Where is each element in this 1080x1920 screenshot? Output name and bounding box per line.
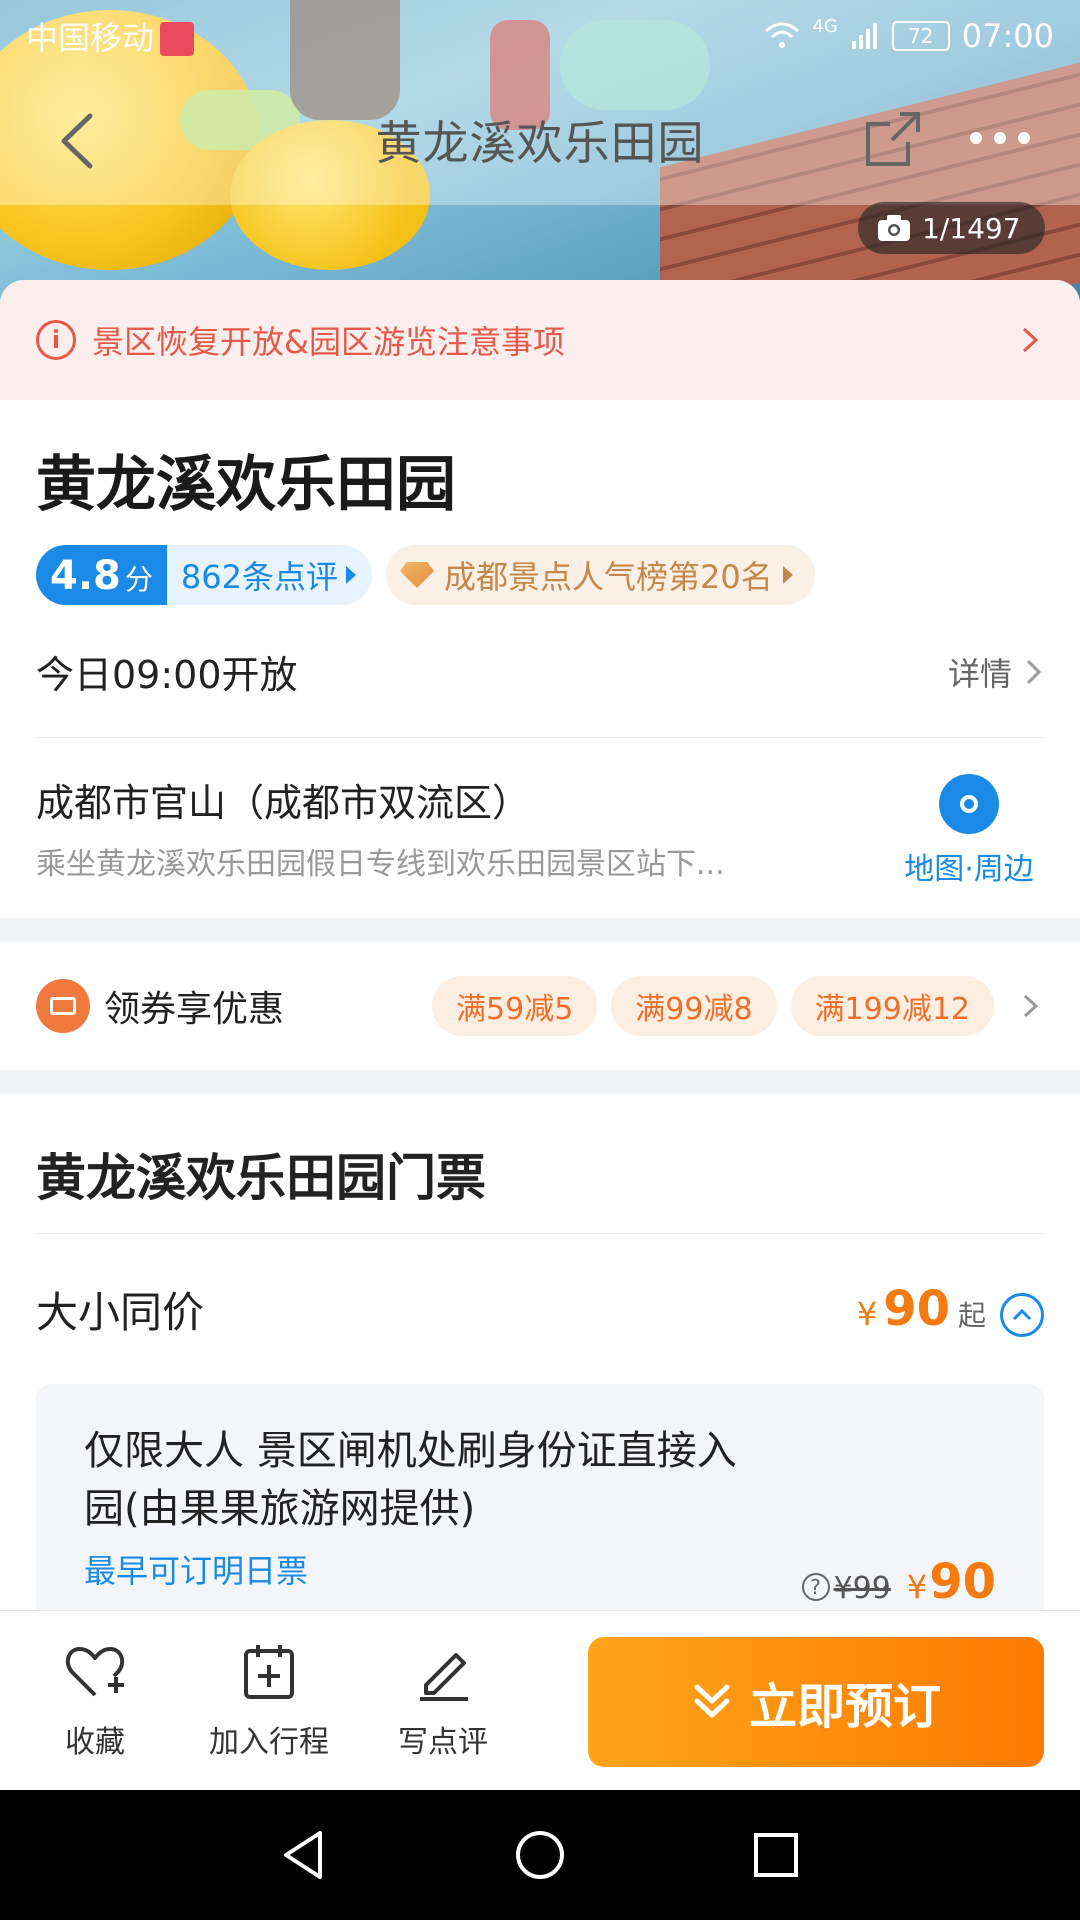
double-chevron-down-icon	[694, 1684, 730, 1718]
notice-banner[interactable]: i 景区恢复开放&园区游览注意事项	[0, 280, 1080, 400]
map-label: 地图·周边	[904, 852, 1034, 887]
write-review-label: 写点评	[398, 1724, 488, 1760]
rank-badge[interactable]: 成都景点人气榜第20名	[385, 545, 815, 605]
wifi-icon	[765, 22, 800, 48]
battery-level: 72	[908, 24, 934, 48]
book-now-button[interactable]: 立即预订	[588, 1637, 1044, 1767]
currency-symbol: ¥	[856, 1295, 878, 1333]
from-suffix: 起	[957, 1299, 986, 1332]
hours-detail-label: 详情	[947, 654, 1012, 693]
rating-unit: 分	[124, 563, 153, 596]
hours-detail-link[interactable]: 详情	[948, 649, 1044, 695]
rating-score: 4.8 分	[36, 545, 167, 605]
coupon-chips: 满59减5 满99减8 满199减12	[432, 976, 994, 1036]
add-itinerary-label: 加入行程	[209, 1724, 329, 1760]
bottom-action-bar: 收藏 加入行程 写点评 立即预订	[0, 1610, 1080, 1790]
clock: 07:00	[961, 17, 1054, 55]
add-itinerary-button[interactable]: 加入行程	[182, 1641, 356, 1761]
camera-icon	[878, 215, 910, 241]
pencil-icon	[420, 1652, 468, 1701]
ticket-section-title: 黄龙溪欢乐田园门票	[36, 1094, 1044, 1234]
from-price: ¥ 90 起	[857, 1281, 986, 1337]
battery-icon: 72	[891, 21, 950, 51]
caret-right-icon	[345, 566, 356, 584]
review-count-text: 862条点评	[180, 558, 338, 596]
rating-number: 4.8	[50, 553, 121, 599]
system-back-icon[interactable]	[276, 1827, 332, 1883]
carrier-name: 中国移动	[26, 19, 155, 57]
location-pin-icon	[939, 774, 999, 834]
write-review-button[interactable]: 写点评	[356, 1641, 530, 1761]
detail-content: i 景区恢复开放&园区游览注意事项 黄龙溪欢乐田园 4.8 分 862条点评 成…	[0, 280, 1080, 1610]
ticket-price: ? ¥99 ¥ 90	[801, 1554, 996, 1610]
from-price-amount: 90	[883, 1281, 950, 1337]
system-recents-icon[interactable]	[748, 1827, 804, 1883]
ticket-category-row[interactable]: 大小同价 ¥ 90 起	[0, 1234, 1080, 1384]
map-button[interactable]: 地图·周边	[894, 774, 1044, 888]
signal-icon	[851, 23, 877, 49]
tag-row: 4.8 分 862条点评 成都景点人气榜第20名	[0, 544, 1080, 606]
opening-hours: 今日09:00开放	[36, 653, 298, 697]
chevron-right-icon	[1023, 994, 1039, 1018]
favorite-button[interactable]: 收藏	[8, 1641, 182, 1761]
coupon-row[interactable]: 领券享优惠 满59减5 满99减8 满199减12	[0, 942, 1080, 1070]
caret-right-icon	[782, 566, 793, 584]
more-options-icon[interactable]	[970, 118, 1046, 158]
ticket-description: 仅限大人 景区闸机处刷身份证直接入园(由果果旅游网提供)	[84, 1428, 737, 1532]
info-icon: i	[36, 320, 76, 360]
address-text: 成都市官山（成都市双流区）	[36, 781, 531, 825]
system-home-icon[interactable]	[512, 1827, 568, 1883]
currency-symbol: ¥	[906, 1568, 928, 1606]
rank-text: 成都景点人气榜第20名	[443, 558, 773, 596]
chevron-right-icon	[1026, 659, 1042, 684]
system-navigation-bar	[0, 1790, 1080, 1920]
photo-counter[interactable]: 1/1497	[858, 202, 1045, 254]
question-icon[interactable]: ?	[801, 1573, 830, 1601]
opening-hours-row[interactable]: 今日09:00开放 详情	[36, 606, 1044, 738]
chevron-right-icon	[1022, 327, 1039, 353]
status-bar: 中国移动 4G 72 07:00	[0, 0, 1080, 72]
ticket-item[interactable]: 仅限大人 景区闸机处刷身份证直接入园(由果果旅游网提供) 最早可订明日票 ? ¥…	[36, 1384, 1044, 1610]
coupon-chip[interactable]: 满199减12	[790, 976, 994, 1036]
current-price: 90	[929, 1554, 996, 1610]
top-nav: 黄龙溪欢乐田园	[0, 92, 1080, 188]
chevron-up-icon[interactable]	[1000, 1293, 1044, 1337]
back-arrow-icon[interactable]	[44, 106, 114, 176]
video-app-icon	[160, 22, 195, 56]
coupon-label: 领券享优惠	[104, 989, 285, 1030]
book-now-label: 立即预订	[748, 1679, 941, 1735]
original-price: ¥99	[833, 1571, 891, 1606]
network-type: 4G	[812, 15, 838, 37]
heart-plus-icon	[65, 1646, 125, 1696]
favorite-label: 收藏	[65, 1724, 125, 1760]
calendar-add-icon	[244, 1644, 294, 1699]
review-count: 862条点评	[167, 545, 372, 605]
ticket-category: 大小同价	[36, 1287, 205, 1337]
transport-text: 乘坐黄龙溪欢乐田园假日专线到欢乐田园景区站下...	[36, 847, 725, 882]
address-row[interactable]: 成都市官山（成都市双流区） 乘坐黄龙溪欢乐田园假日专线到欢乐田园景区站下... …	[0, 738, 1080, 918]
rating-badge[interactable]: 4.8 分 862条点评	[36, 545, 372, 605]
section-divider	[0, 918, 1080, 942]
section-divider	[0, 1070, 1080, 1094]
attraction-title: 黄龙溪欢乐田园	[36, 450, 456, 520]
share-icon[interactable]	[860, 106, 926, 172]
coupon-icon	[36, 979, 90, 1033]
photo-count-text: 1/1497	[922, 211, 1021, 245]
coupon-chip[interactable]: 满59减5	[432, 976, 598, 1036]
notice-text: 景区恢复开放&园区游览注意事项	[92, 323, 565, 361]
coupon-chip[interactable]: 满99减8	[611, 976, 777, 1036]
diamond-icon	[399, 562, 434, 588]
